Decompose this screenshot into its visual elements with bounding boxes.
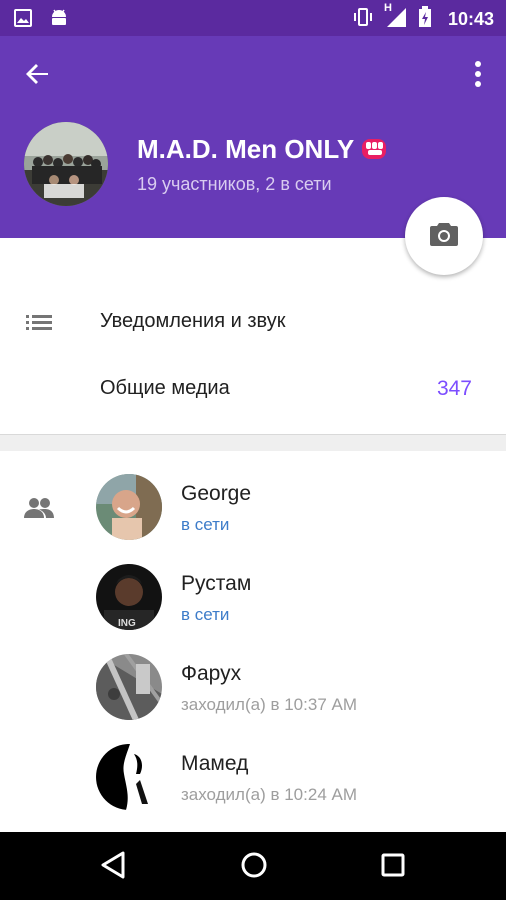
notifications-row[interactable]: Уведомления и звук [0,290,506,356]
shared-media-count: 347 [436,377,472,400]
system-nav-bar [0,832,506,900]
member-row-mamed[interactable]: Мамед заходил(а) в 10:24 AM [0,744,506,834]
home-circle-icon[interactable] [240,850,268,885]
arrow-left-icon[interactable] [22,58,54,90]
group-subtitle: 19 участников, 2 в сети [137,174,332,194]
camera-icon [429,221,459,252]
svg-text:ING: ING [118,618,136,629]
member-status: в сети [181,515,230,534]
signal-icon: H [384,2,408,33]
member-status: в сети [181,605,230,624]
member-status: заходил(а) в 10:37 AM [181,695,357,714]
list-icon [26,314,52,337]
shared-media-row[interactable]: Общие медиа 347 [0,357,506,423]
shared-media-label: Общие медиа [100,377,230,399]
member-name: Фарух [181,662,242,685]
group-title: M.A.D. Men ONLY [137,134,390,165]
group-title-text: M.A.D. Men ONLY [137,134,355,164]
back-triangle-icon[interactable] [100,850,126,885]
member-avatar [96,654,162,720]
group-avatar[interactable] [24,122,108,206]
member-avatar: ING [96,564,162,630]
section-divider [0,434,506,451]
notifications-label: Уведомления и звук [100,310,286,332]
fist-emoji-icon [360,136,390,162]
recents-square-icon[interactable] [380,850,406,885]
member-avatar [96,744,162,810]
android-icon [50,8,68,33]
image-icon [14,9,32,32]
vibrate-icon [352,7,374,32]
change-photo-button[interactable] [405,197,483,275]
member-name: Мамед [181,752,249,775]
member-status: заходил(а) в 10:24 AM [181,785,357,804]
member-row-farukh[interactable]: Фарух заходил(а) в 10:37 AM [0,654,506,744]
member-name: George [181,482,252,505]
clock-time: 10:43 [447,9,494,29]
more-vertical-icon[interactable] [472,60,484,90]
network-type-label: H [383,2,392,14]
member-name: Рустам [181,572,252,595]
status-bar: H 10:43 [0,0,506,36]
battery-charging-icon [418,6,432,33]
member-row-rustam[interactable]: ING Рустам в сети [0,564,506,654]
member-avatar [96,474,162,540]
member-row-george[interactable]: George в сети [0,474,506,564]
